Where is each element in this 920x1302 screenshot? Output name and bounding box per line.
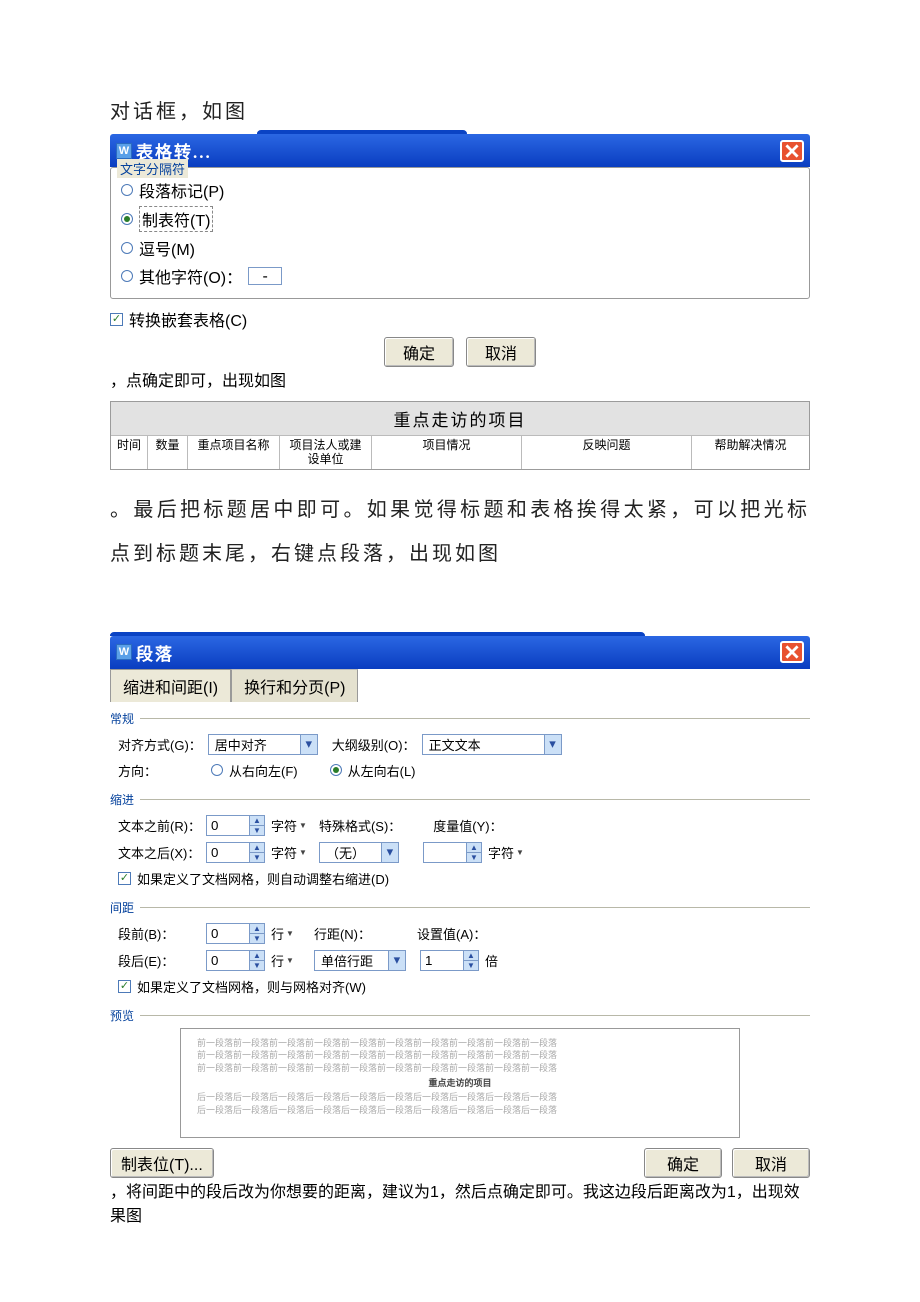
- checkbox-auto-indent[interactable]: [118, 872, 131, 885]
- tab-indent-spacing[interactable]: 缩进和间距(I): [110, 669, 231, 702]
- spin-up-icon[interactable]: ▲: [250, 924, 264, 934]
- dialog-table-convert: [257, 130, 467, 134]
- measure-spinner[interactable]: ▲▼: [423, 842, 482, 863]
- paragraph-1: 对话框，如图: [110, 90, 810, 134]
- ok-button[interactable]: 确定: [644, 1148, 722, 1178]
- section-general: 常规: [110, 710, 810, 727]
- spin-up-icon[interactable]: ▲: [250, 951, 264, 961]
- spin-down-icon[interactable]: ▼: [464, 961, 478, 970]
- sample-title: 重点走访的项目: [111, 402, 809, 436]
- app-icon: W: [116, 644, 132, 660]
- dialog-title: 段落: [136, 640, 780, 665]
- checkbox-snap-grid[interactable]: [118, 980, 131, 993]
- col-qty: 数量: [147, 436, 187, 469]
- paragraph-2: 。最后把标题居中即可。如果觉得标题和表格挨得太紧，可以把光标点到标题末尾，右键点…: [110, 488, 810, 576]
- space-after-spinner[interactable]: ▲▼: [206, 950, 265, 971]
- tabstop-button[interactable]: 制表位(T)...: [110, 1148, 214, 1178]
- dialog-title: 表格转...: [136, 138, 780, 163]
- spin-up-icon[interactable]: ▲: [464, 951, 478, 961]
- col-time: 时间: [111, 436, 147, 469]
- app-icon: W: [116, 143, 132, 159]
- col-issue: 反映问题: [521, 436, 691, 469]
- spin-down-icon[interactable]: ▼: [250, 853, 264, 862]
- chevron-down-icon[interactable]: ▾: [381, 843, 398, 862]
- cancel-button[interactable]: 取消: [732, 1148, 810, 1178]
- tabstrip: 缩进和间距(I) 换行和分页(P): [110, 669, 810, 702]
- separator-fieldset: 文字分隔符 段落标记(P) 制表符(T) 逗号(M) 其他字符(O)：-: [110, 167, 810, 299]
- chevron-down-icon[interactable]: ▾: [544, 735, 561, 754]
- other-char-input[interactable]: -: [248, 267, 282, 285]
- text-3: ，将间距中的段后改为你想要的距离，建议为1，然后点确定即可。我这边段后距离改为1…: [110, 1184, 800, 1225]
- alignment-select[interactable]: 居中对齐▾: [208, 734, 318, 755]
- radio-tab[interactable]: [121, 213, 133, 225]
- section-preview: 预览: [110, 1007, 810, 1024]
- legend: 文字分隔符: [117, 159, 188, 178]
- radio-comma[interactable]: [121, 242, 133, 254]
- cancel-button[interactable]: 取消: [466, 337, 536, 367]
- preview-pane: 前一段落前一段落前一段落前一段落前一段落前一段落前一段落前一段落前一段落前一段落…: [180, 1028, 740, 1138]
- indent-after-spinner[interactable]: ▲▼: [206, 842, 265, 863]
- ok-button[interactable]: 确定: [384, 337, 454, 367]
- dialog-paragraph: [110, 632, 645, 636]
- spin-down-icon[interactable]: ▼: [250, 961, 264, 970]
- line-spacing-select[interactable]: 单倍行距▾: [314, 950, 406, 971]
- spin-down-icon[interactable]: ▼: [250, 826, 264, 835]
- text-1a: 对话框，如图: [110, 101, 248, 123]
- section-indent: 缩进: [110, 791, 810, 808]
- spin-up-icon[interactable]: ▲: [250, 816, 264, 826]
- checkbox-nested[interactable]: [110, 313, 123, 326]
- close-icon[interactable]: [780, 140, 804, 162]
- indent-before-spinner[interactable]: ▲▼: [206, 815, 265, 836]
- chevron-down-icon[interactable]: ▾: [388, 951, 405, 970]
- titlebar: W 表格转...: [110, 134, 810, 167]
- spin-up-icon[interactable]: ▲: [467, 843, 481, 853]
- radio-rtl[interactable]: [211, 764, 223, 776]
- sample-table: 重点走访的项目 时间 数量 重点项目名称 项目法人或建设单位 项目情况 反映问题…: [110, 401, 810, 470]
- col-owner: 项目法人或建设单位: [279, 436, 371, 469]
- spin-down-icon[interactable]: ▼: [250, 934, 264, 943]
- section-spacing: 间距: [110, 899, 810, 916]
- sample-columns: 时间 数量 重点项目名称 项目法人或建设单位 项目情况 反映问题 帮助解决情况: [111, 436, 809, 469]
- outline-level-select[interactable]: 正文文本▾: [422, 734, 562, 755]
- col-resolve: 帮助解决情况: [691, 436, 809, 469]
- col-name: 重点项目名称: [187, 436, 279, 469]
- tab-page-break[interactable]: 换行和分页(P): [231, 669, 358, 702]
- spin-down-icon[interactable]: ▼: [467, 853, 481, 862]
- radio-paragraph[interactable]: [121, 184, 133, 196]
- col-status: 项目情况: [371, 436, 521, 469]
- special-format-select[interactable]: （无）▾: [319, 842, 399, 863]
- spin-up-icon[interactable]: ▲: [250, 843, 264, 853]
- space-before-spinner[interactable]: ▲▼: [206, 923, 265, 944]
- chevron-down-icon[interactable]: ▾: [300, 735, 317, 754]
- line-spacing-value-spinner[interactable]: ▲▼: [420, 950, 479, 971]
- close-icon[interactable]: [780, 641, 804, 663]
- radio-other[interactable]: [121, 270, 133, 282]
- text-1b: ，点确定即可，出现如图: [110, 373, 286, 390]
- titlebar: W 段落: [110, 636, 810, 669]
- radio-ltr[interactable]: [330, 764, 342, 776]
